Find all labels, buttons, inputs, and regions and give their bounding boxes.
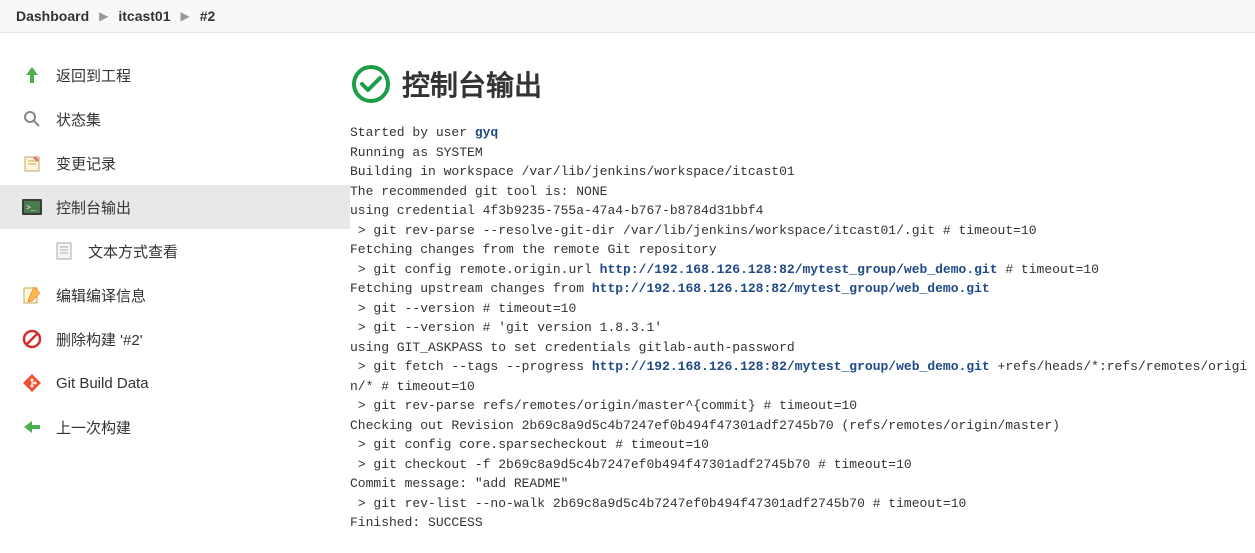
- sidebar-item-label: 返回到工程: [56, 65, 131, 86]
- success-icon: [350, 63, 392, 105]
- sidebar-item-label: 控制台输出: [56, 197, 131, 218]
- sidebar-item-label: 编辑编译信息: [56, 285, 146, 306]
- sidebar-item-status[interactable]: 状态集: [0, 97, 350, 141]
- search-icon: [20, 107, 44, 131]
- sidebar-item-back[interactable]: 返回到工程: [0, 53, 350, 97]
- breadcrumb-project[interactable]: itcast01: [118, 8, 170, 24]
- terminal-icon: >_: [20, 195, 44, 219]
- sidebar-item-console[interactable]: >_ 控制台输出: [0, 185, 350, 229]
- sidebar-item-prevbuild[interactable]: 上一次构建: [0, 405, 350, 449]
- sidebar-item-label: Git Build Data: [56, 375, 149, 392]
- sidebar-item-label: 文本方式查看: [88, 241, 178, 262]
- sidebar-item-label: 变更记录: [56, 153, 116, 174]
- main-content: 控制台输出 Started by user gyq Running as SYS…: [350, 33, 1255, 553]
- arrow-left-icon: [20, 415, 44, 439]
- edit-icon: [20, 283, 44, 307]
- sidebar: 返回到工程 状态集 变更记录 >_ 控制台输出 文本方式查看: [0, 33, 350, 553]
- sidebar-item-delete[interactable]: 删除构建 '#2': [0, 317, 350, 361]
- breadcrumb-dashboard[interactable]: Dashboard: [16, 8, 89, 24]
- git-url-link[interactable]: http://192.168.126.128:82/mytest_group/w…: [600, 262, 998, 277]
- sidebar-item-gitdata[interactable]: Git Build Data: [0, 361, 350, 405]
- sidebar-item-label: 上一次构建: [56, 417, 131, 438]
- sidebar-item-label: 状态集: [56, 109, 101, 130]
- page-title: 控制台输出: [402, 64, 542, 104]
- user-link[interactable]: gyq: [475, 125, 498, 140]
- git-url-link[interactable]: http://192.168.126.128:82/mytest_group/w…: [592, 281, 990, 296]
- console-output: Started by user gyq Running as SYSTEM Bu…: [350, 123, 1255, 533]
- git-url-link[interactable]: http://192.168.126.128:82/mytest_group/w…: [592, 359, 990, 374]
- prohibit-icon: [20, 327, 44, 351]
- document-icon: [52, 239, 76, 263]
- sidebar-item-changes[interactable]: 变更记录: [0, 141, 350, 185]
- sidebar-item-textview[interactable]: 文本方式查看: [0, 229, 350, 273]
- chevron-right-icon: ▶: [99, 9, 108, 23]
- arrow-up-icon: [20, 63, 44, 87]
- breadcrumb: Dashboard ▶ itcast01 ▶ #2: [0, 0, 1255, 33]
- breadcrumb-build[interactable]: #2: [200, 8, 216, 24]
- sidebar-item-label: 删除构建 '#2': [56, 329, 143, 350]
- chevron-right-icon: ▶: [181, 9, 190, 23]
- notepad-icon: [20, 151, 44, 175]
- svg-text:>_: >_: [26, 204, 36, 213]
- sidebar-item-editinfo[interactable]: 编辑编译信息: [0, 273, 350, 317]
- git-icon: [20, 371, 44, 395]
